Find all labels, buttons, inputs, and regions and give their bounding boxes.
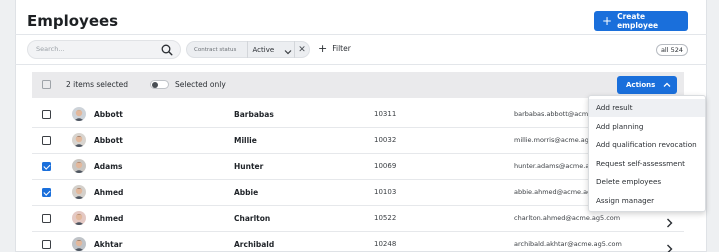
chevron-up-icon <box>663 82 671 87</box>
avatar <box>72 107 86 121</box>
employee-id-cell: 10311 <box>374 110 397 118</box>
menu-item-add-planning[interactable]: Add planning <box>589 118 705 136</box>
table-row[interactable]: Adams Hunter 10069 hunter.adams@acme.ag5… <box>32 154 684 180</box>
first-name-cell: Charlton <box>234 214 271 223</box>
menu-item-add-result[interactable]: Add result <box>589 99 705 117</box>
header-divider <box>15 34 707 35</box>
search-input[interactable]: Search... <box>27 40 181 59</box>
plus-icon: + <box>318 42 328 55</box>
employee-id-cell: 10248 <box>374 240 397 248</box>
filter-divider <box>15 64 707 65</box>
avatar <box>72 185 86 199</box>
first-name-cell: Millie <box>234 136 257 145</box>
first-name-cell: Abbie <box>234 188 259 197</box>
first-name-cell: Hunter <box>234 162 264 171</box>
select-all-checkbox[interactable] <box>42 80 51 89</box>
menu-item-delete-employees[interactable]: Delete employees <box>589 173 705 191</box>
first-name-cell: Barbabas <box>234 110 274 119</box>
table-row[interactable]: Ahmed Abbie 10103 abbie.ahmed@acme.ag5.c… <box>32 180 684 206</box>
search-placeholder: Search... <box>36 45 65 53</box>
chevron-down-icon[interactable] <box>284 40 294 59</box>
avatar <box>72 159 86 173</box>
menu-item-request-self-assessment[interactable]: Request self-assessment <box>589 155 705 173</box>
chevron-right-icon[interactable] <box>666 239 673 252</box>
last-name-cell: Akhtar <box>94 240 123 249</box>
last-name-cell: Abbott <box>94 110 123 119</box>
table-row[interactable]: Abbott Millie 10032 millie.morris@acme.a… <box>32 128 684 154</box>
count-badge[interactable]: all 524 <box>656 44 688 56</box>
add-filter-button[interactable]: + Filter <box>318 43 351 54</box>
menu-item-add-qualification-revocation[interactable]: Add qualification revocation <box>589 136 705 154</box>
chip-label: Contract status <box>194 46 237 53</box>
last-name-cell: Abbott <box>94 136 123 145</box>
row-checkbox[interactable] <box>42 188 51 197</box>
chip-value: Active <box>252 45 275 54</box>
avatar <box>72 133 86 147</box>
clear-filter-icon[interactable]: ✕ <box>295 45 309 55</box>
employee-id-cell: 10522 <box>374 214 397 222</box>
row-checkbox[interactable] <box>42 162 51 171</box>
last-name-cell: Ahmed <box>94 188 124 197</box>
email-cell: charlton.ahmed@acme.ag5.com <box>514 214 621 222</box>
table-row[interactable]: Ahmed Charlton 10522 charlton.ahmed@acme… <box>32 206 684 232</box>
actions-menu: Add result Add planning Add qualificatio… <box>588 95 706 212</box>
selected-only-label: Selected only <box>175 80 226 89</box>
table-row[interactable]: Akhtar Archibald 10248 archibald.akhtar@… <box>32 232 684 252</box>
contract-status-filter-chip[interactable]: Contract status Active ✕ <box>186 41 310 58</box>
menu-item-assign-manager[interactable]: Assign manager <box>589 192 705 210</box>
last-name-cell: Adams <box>94 162 123 171</box>
first-name-cell: Archibald <box>234 240 275 249</box>
actions-button[interactable]: Actions <box>617 76 677 94</box>
selection-bar <box>32 72 684 98</box>
table-row[interactable]: Abbott Barbabas 10311 barbabas.abbott@ac… <box>32 102 684 128</box>
row-checkbox[interactable] <box>42 110 51 119</box>
avatar <box>72 237 86 251</box>
last-name-cell: Ahmed <box>94 214 124 223</box>
filter-label: Filter <box>332 44 351 53</box>
employee-id-cell: 10069 <box>374 162 397 170</box>
selected-only-toggle[interactable] <box>150 80 169 89</box>
email-cell: archibald.akhtar@acme.ag5.com <box>514 240 622 248</box>
avatar <box>72 211 86 225</box>
row-checkbox[interactable] <box>42 240 51 249</box>
selected-count-text: 2 items selected <box>66 80 129 89</box>
plus-icon: + <box>602 14 613 28</box>
actions-label: Actions <box>626 81 656 89</box>
row-checkbox[interactable] <box>42 214 51 223</box>
employee-id-cell: 10103 <box>374 188 397 196</box>
chevron-right-icon[interactable] <box>666 213 673 232</box>
employee-id-cell: 10032 <box>374 136 397 144</box>
search-icon[interactable] <box>161 44 173 56</box>
row-checkbox[interactable] <box>42 136 51 145</box>
page-title: Employees <box>27 12 119 30</box>
create-employee-label: Create employee <box>617 12 659 30</box>
create-employee-button[interactable]: + Create employee <box>594 11 688 31</box>
